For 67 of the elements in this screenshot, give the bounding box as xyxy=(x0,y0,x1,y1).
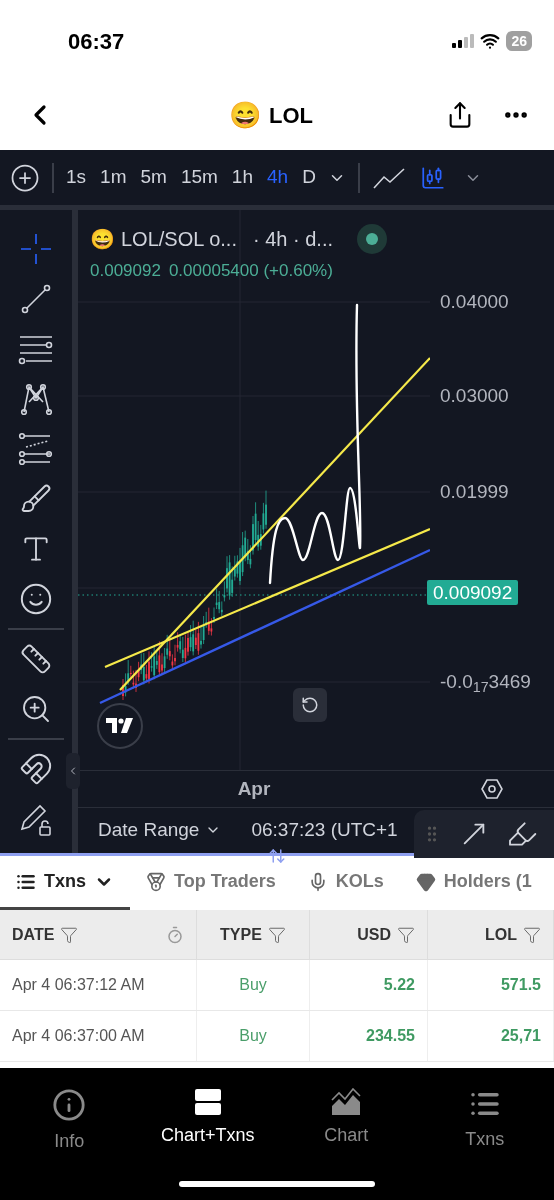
legend-emoji: 😄 xyxy=(90,229,115,249)
reset-icon xyxy=(301,696,319,714)
info-icon xyxy=(52,1088,87,1122)
resize-handle-icon[interactable] xyxy=(268,847,286,865)
bottom-nav-tab[interactable]: Info xyxy=(0,1088,139,1155)
price-axis-label: -0.0$_{17}$3469 xyxy=(440,672,531,691)
settings-icon[interactable] xyxy=(480,776,504,801)
medal-icon xyxy=(146,871,166,892)
bottom-nav-tab[interactable]: Chart xyxy=(277,1088,416,1155)
interval-tab[interactable]: 15m xyxy=(180,163,218,192)
freehand-path[interactable] xyxy=(268,303,362,585)
trend-line[interactable] xyxy=(119,357,430,691)
legend-change: 0.00005400 (+0.60%) xyxy=(168,260,333,282)
column-header: LOL xyxy=(485,924,517,945)
filter-icon[interactable] xyxy=(60,925,79,944)
split-view-icon xyxy=(193,1088,222,1116)
table-cell-text: Buy xyxy=(239,975,267,995)
date-range-button[interactable]: Date Range xyxy=(98,816,222,845)
collapse-handle[interactable] xyxy=(66,753,80,789)
interval-tab[interactable]: 1m xyxy=(100,163,127,192)
add-icon[interactable] xyxy=(10,162,40,193)
column-header: TYPE xyxy=(220,924,262,945)
reset-button[interactable] xyxy=(293,688,327,722)
battery-level: 26 xyxy=(506,31,532,51)
price-axis-label: 0.03000 xyxy=(440,386,509,405)
wifi-icon xyxy=(480,31,501,51)
line-chart-icon[interactable] xyxy=(371,165,406,190)
price-axis-label: 0.01999 xyxy=(440,482,509,501)
table-cell-text: 571.5 xyxy=(500,975,541,995)
legend-interval: · 4h · d... xyxy=(253,227,334,252)
interval-tab[interactable]: 1s xyxy=(66,163,87,192)
table-cell-text: Apr 4 06:37:00 AM xyxy=(12,1026,145,1046)
section-tab[interactable]: KOLs xyxy=(291,856,400,910)
interval-tab[interactable]: 5m xyxy=(140,163,167,192)
filter-icon[interactable] xyxy=(397,925,415,944)
column-header: DATE xyxy=(12,924,55,945)
bottom-nav-tab[interactable]: Txns xyxy=(415,1088,554,1155)
filter-icon[interactable] xyxy=(267,925,286,944)
token-title: LOL xyxy=(269,101,313,130)
signal-icon xyxy=(452,34,475,48)
section-tab[interactable]: Top Traders xyxy=(130,856,292,910)
area-chart-icon xyxy=(331,1088,362,1116)
table-cell-text: 5.22 xyxy=(383,975,415,995)
filter-icon[interactable] xyxy=(523,925,541,944)
candlestick-icon[interactable] xyxy=(419,164,446,191)
table-cell-text: 25,71 xyxy=(500,1026,541,1046)
interval-tab[interactable]: 1h xyxy=(231,163,253,192)
tradingview-logo xyxy=(97,703,143,749)
bottom-nav-tab[interactable]: Chart+Txns xyxy=(138,1088,277,1155)
gem-icon xyxy=(415,871,436,892)
interval-tab[interactable]: D xyxy=(302,163,316,192)
last-price-badge: 0.009092 xyxy=(427,580,519,605)
table-cell-text: Apr 4 06:37:12 AM xyxy=(12,975,145,995)
trend-line[interactable] xyxy=(104,528,430,668)
table-cell-text: Buy xyxy=(239,1026,267,1046)
status-time: 06:37 xyxy=(68,27,125,56)
token-emoji: 😄 xyxy=(229,98,261,132)
section-tab[interactable]: Holders (1 xyxy=(399,856,548,910)
table-cell-text: 234.55 xyxy=(366,1026,415,1046)
interval-tab[interactable]: 4h xyxy=(267,163,289,192)
clock-text: 06:37:23 (UTC+1 xyxy=(251,818,398,843)
legend-symbol: LOL/SOL o... xyxy=(121,227,237,252)
time-axis-label: Apr xyxy=(237,776,271,801)
support-line[interactable] xyxy=(99,548,430,705)
legend-price: 0.009092 xyxy=(90,260,161,282)
column-header: USD xyxy=(357,924,391,945)
price-axis-label: 0.04000 xyxy=(440,292,509,311)
